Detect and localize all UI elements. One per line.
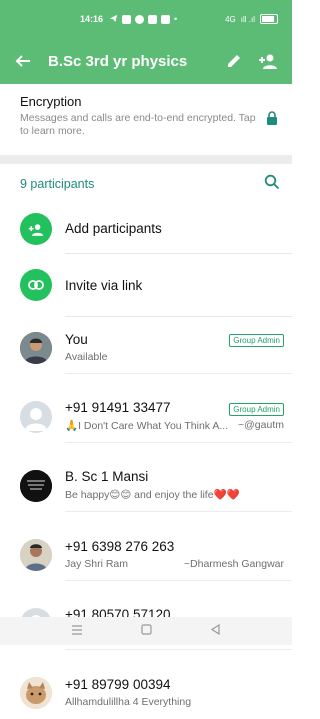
participant-row[interactable]: +91 89799 00394 Allhamdulillha 4 Everyth… [0,666,292,719]
menu-nav-icon[interactable] [71,622,83,640]
participants-header: 9 participants [0,164,292,204]
participant-status: 🙏I Don't Care What You Think A... [65,420,229,432]
group-admin-badge: Group Admin [229,403,284,416]
participant-count: 9 participants [20,177,95,191]
add-participants-row[interactable]: Add participants [0,204,292,254]
participant-status: Jay Shri Ram [65,557,129,570]
notification-icons: • [109,14,177,25]
battery-icon [260,14,278,24]
participant-alias: ~@gautm [238,419,284,431]
more-notifications-dot: • [174,14,178,24]
participant-status: Available [65,350,108,363]
search-icon[interactable] [264,174,280,195]
participant-alias: ~Dharmesh Gangwar [183,557,284,570]
link-icon [20,269,52,301]
telegram-icon [109,14,118,25]
edit-pencil-icon[interactable] [222,49,246,73]
encryption-title: Encryption [20,94,82,109]
status-time: 14:16 [80,14,104,24]
participant-row[interactable]: +91 6398 276 263 Jay Shri Ram ~Dharmesh … [0,528,292,581]
add-participant-icon[interactable] [256,49,280,73]
participant-row[interactable]: +91 91491 33477 🙏I Don't Care What You T… [0,390,292,443]
avatar [20,676,52,709]
participant-name: +91 6398 276 263 [65,538,175,554]
section-divider [0,155,292,164]
app-icon [135,14,145,24]
default-avatar-icon [20,400,52,433]
divider [65,316,292,317]
add-participant-circle-icon [20,213,52,245]
participant-row[interactable]: B. Sc 1 Mansi Be happy😊😊 and enjoy the l… [0,459,292,512]
lock-icon [266,111,278,130]
participant-status: Be happy😊😊 and enjoy the life❤️❤️ [65,489,240,501]
back-arrow-icon[interactable] [12,50,34,72]
encryption-description: Messages and calls are end-to-end encryp… [20,112,256,137]
participant-name: +91 89799 00394 [65,677,171,692]
network-type: 4G [225,14,236,24]
avatar [20,469,52,502]
system-nav-bar [0,617,292,645]
participant-status: Allhamdulillha 4 Everything [65,696,192,708]
group-title[interactable]: B.Sc 3rd yr physics [48,53,212,70]
add-participants-label: Add participants [65,221,162,236]
invite-link-label: Invite via link [65,277,143,293]
message-icon [122,14,132,24]
status-right: 4G ıll .ıl [225,14,278,24]
group-admin-badge: Group Admin [229,334,284,347]
back-nav-icon[interactable] [210,622,221,640]
app-icon-2 [148,14,158,24]
encryption-section[interactable]: Encryption Messages and calls are end-to… [0,84,292,155]
avatar [20,538,52,571]
avatar [20,331,52,364]
participant-row[interactable]: You Available Group Admin [0,321,292,374]
app-bar: B.Sc 3rd yr physics [0,38,292,84]
status-bar: 14:16 • 4G ıll .ıl [0,0,292,38]
signal-icon: ıll .ıl [240,14,255,24]
participant-name: B. Sc 1 Mansi [65,469,149,484]
invite-link-row[interactable]: Invite via link [0,260,292,310]
youtube-icon [161,14,171,24]
home-nav-icon[interactable] [141,622,152,640]
